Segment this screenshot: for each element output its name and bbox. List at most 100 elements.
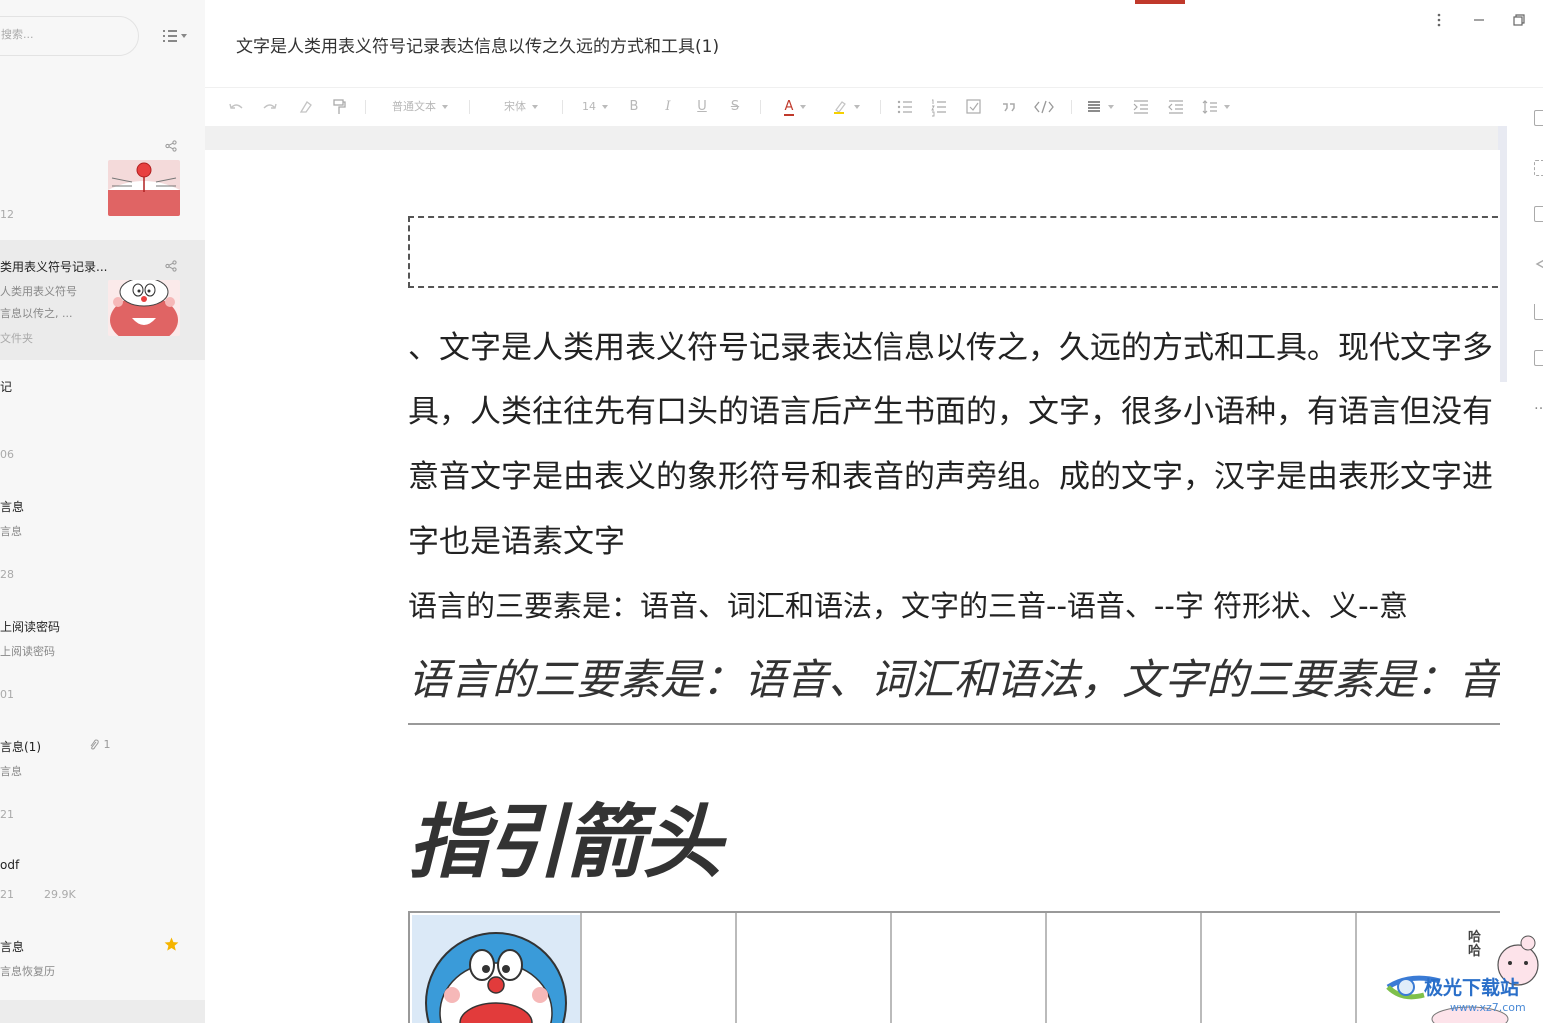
note-title: 言息 [0, 500, 25, 514]
note-thumbnail-image [108, 280, 180, 336]
redo-icon[interactable] [261, 97, 279, 117]
toolbar-separator [562, 100, 563, 114]
italic-button[interactable]: I [660, 97, 676, 117]
more-icon[interactable]: … [1534, 398, 1543, 416]
paperclip-icon [90, 739, 99, 750]
note-date: 12 [0, 208, 14, 221]
sidebar-footer [0, 1000, 205, 1023]
document-info-icon[interactable] [1534, 206, 1543, 222]
indent-increase-icon[interactable] [1131, 97, 1151, 117]
active-indicator [1135, 0, 1185, 4]
empty-text-block[interactable] [408, 216, 1500, 288]
paragraph[interactable]: 语言的三要素是：语音、词汇和语法，文字的三音--语音、--字 符形状、义--意 [408, 583, 1408, 625]
toolbar-separator [880, 100, 881, 114]
note-snippet: 言息 [0, 525, 22, 538]
table-cell[interactable] [582, 913, 737, 1023]
export-icon[interactable] [1534, 304, 1543, 320]
search-box[interactable] [0, 16, 139, 56]
paragraph-style-select[interactable]: 普通文本 [385, 97, 455, 117]
note-date: 21 [0, 888, 14, 901]
toolbar-separator [469, 100, 470, 114]
bold-button[interactable]: B [626, 97, 642, 117]
note-folder: 文件夹 [0, 332, 33, 345]
toolbar-separator [365, 100, 366, 114]
note-title: 记 [0, 380, 13, 394]
outline-icon[interactable] [1534, 110, 1543, 126]
document-editor[interactable]: 、文字是人类用表义符号记录表达信息以传之，久远的方式和工具。现代文字多 具，人类… [205, 150, 1500, 1023]
search-input[interactable] [1, 28, 121, 41]
document-heading[interactable]: 指引箭头 [408, 778, 722, 894]
note-list-item[interactable]: 言息 言息恢复历 [0, 920, 205, 1000]
highlighter-icon [834, 100, 846, 114]
bullet-list-icon[interactable] [895, 97, 915, 117]
font-color-label: A [783, 99, 795, 116]
format-painter-icon[interactable] [330, 97, 348, 117]
note-list-item[interactable]: 12 [0, 120, 205, 238]
line-height-button[interactable] [1198, 97, 1234, 117]
numbered-list-icon[interactable] [929, 97, 949, 117]
note-list-item[interactable]: 记 06 [0, 360, 205, 480]
share-icon[interactable] [165, 140, 177, 152]
watermark-brand: 极光下载站 [1424, 977, 1520, 999]
note-title: 言息 [0, 940, 25, 954]
code-block-icon[interactable] [1033, 97, 1055, 117]
note-date: 28 [0, 568, 14, 581]
note-date: 01 [0, 688, 14, 701]
font-color-button[interactable]: A [777, 97, 813, 117]
table-cell[interactable] [737, 913, 892, 1023]
list-view-toggle-icon[interactable] [162, 28, 188, 44]
checklist-icon[interactable] [964, 97, 984, 117]
horizontal-rule [408, 723, 1500, 725]
formatting-toolbar: 普通文本 宋体 14 B I U S A [205, 88, 1500, 126]
note-list-item[interactable]: 言息 言息 28 [0, 480, 205, 600]
template-icon[interactable] [1534, 160, 1543, 176]
paragraph[interactable]: 、文字是人类用表义符号记录表达信息以传之，久远的方式和工具。现代文字多 [408, 322, 1493, 367]
minimize-icon[interactable] [1469, 10, 1489, 30]
note-list-item[interactable]: 言息(1) 1 言息 21 [0, 720, 205, 840]
note-snippet: 言息以传之, ... [0, 307, 73, 320]
more-options-icon[interactable] [1429, 10, 1449, 30]
attachment-count-value: 1 [103, 738, 111, 751]
restore-icon[interactable] [1509, 10, 1529, 30]
note-title: 上阅读密码 [0, 620, 61, 634]
highlight-button[interactable] [828, 97, 864, 117]
table-cell[interactable] [1202, 913, 1357, 1023]
note-snippet: 人类用表义符号 [0, 285, 77, 298]
share-icon[interactable] [165, 260, 177, 272]
undo-icon[interactable] [227, 97, 245, 117]
note-thumbnail-image [108, 160, 180, 216]
site-watermark: 哈哈 极光下载站 www.xz7.com [1380, 925, 1543, 1023]
paragraph[interactable]: 意音文字是由表义的象形符号和表音的声旁组。成的文字，汉字是由表形文字进 [408, 451, 1493, 496]
note-title: 言息(1) [0, 740, 41, 754]
note-list-sidebar: 12 类用表义符号记录... 人类用表义符号 言息以传之, ... 文件夹 [0, 0, 205, 1023]
paragraph[interactable]: 字也是语素文字 [408, 516, 625, 561]
content-table[interactable] [408, 911, 1500, 1023]
file-size: 29.9K [44, 888, 76, 901]
doraemon-image [412, 915, 580, 1023]
italic-paragraph[interactable]: 语言的三要素是：语音、词汇和语法，文字的三要素是：音 [408, 646, 1500, 707]
strikethrough-button[interactable]: S [727, 97, 743, 117]
align-button[interactable] [1083, 97, 1117, 117]
font-size-label: 14 [582, 100, 596, 113]
table-cell[interactable] [410, 913, 582, 1023]
star-icon[interactable] [164, 937, 179, 952]
quote-icon[interactable] [999, 97, 1019, 117]
indent-decrease-icon[interactable] [1166, 97, 1186, 117]
comment-icon[interactable] [1534, 350, 1543, 366]
underline-button[interactable]: U [694, 97, 710, 117]
note-snippet: 上阅读密码 [0, 645, 55, 658]
clear-format-icon[interactable] [297, 97, 315, 117]
note-date: 21 [0, 808, 14, 821]
share-icon[interactable] [1534, 256, 1543, 272]
font-size-select[interactable]: 14 [577, 97, 613, 117]
font-family-select[interactable]: 宋体 [493, 97, 549, 117]
align-justify-icon [1088, 100, 1100, 112]
document-title[interactable]: 文字是人类用表义符号记录表达信息以传之久远的方式和工具(1) [236, 32, 719, 57]
note-list-item[interactable]: 上阅读密码 上阅读密码 01 [0, 600, 205, 720]
paragraph[interactable]: 具，人类往往先有口头的语言后产生书面的，文字，很多小语种，有语言但没有 [408, 386, 1493, 431]
table-cell[interactable] [1047, 913, 1202, 1023]
note-snippet: 言息恢复历 [0, 965, 55, 978]
table-cell[interactable] [892, 913, 1047, 1023]
note-list-item-selected[interactable]: 类用表义符号记录... 人类用表义符号 言息以传之, ... 文件夹 [0, 240, 205, 360]
toolbar-separator [1071, 100, 1072, 114]
